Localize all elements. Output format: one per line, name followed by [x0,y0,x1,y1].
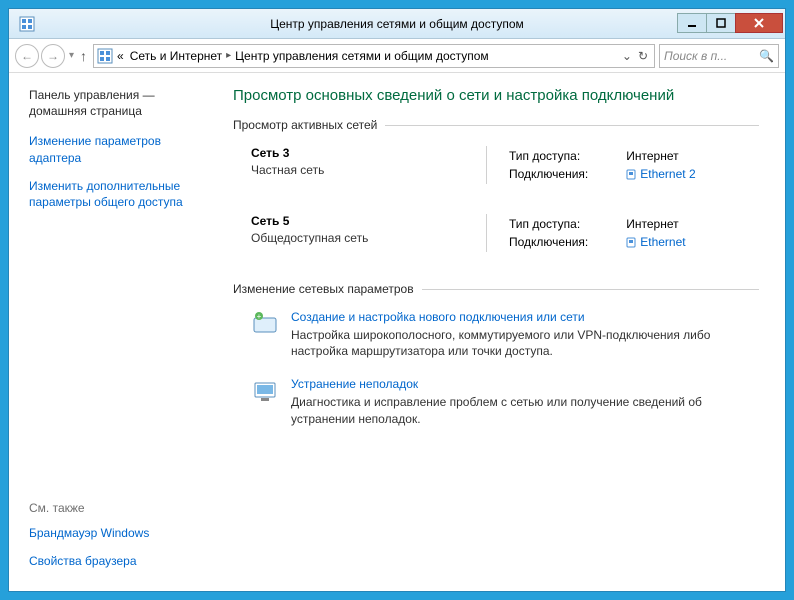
network-block: Сеть 3 Частная сеть Тип доступа: Интерне… [251,146,759,184]
maximize-button[interactable] [706,13,736,33]
ethernet-icon [626,236,636,248]
minimize-button[interactable] [677,13,707,33]
access-type-value: Интернет [596,148,701,164]
network-type: Частная сеть [251,163,486,177]
window: Центр управления сетями и общим доступом… [8,8,786,592]
access-type-value: Интернет [596,216,691,232]
sidebar-link-browser[interactable]: Свойства браузера [29,553,209,569]
window-title: Центр управления сетями и общим доступом [270,17,524,31]
access-type-label: Тип доступа: [509,148,594,164]
sidebar-link-firewall[interactable]: Брандмауэр Windows [29,525,209,541]
ethernet-icon [626,168,636,180]
action-new-connection: + Создание и настройка нового подключени… [251,310,759,359]
section-change-settings: Изменение сетевых параметров [233,282,759,296]
access-type-label: Тип доступа: [509,216,594,232]
action-desc: Настройка широкополосного, коммутируемог… [291,327,759,359]
chevron-right-icon: ▸ [226,50,231,61]
forward-button[interactable]: → [41,44,65,68]
sidebar: Панель управления — домашняя страница Из… [9,73,221,591]
refresh-icon[interactable]: ↻ [638,49,648,63]
new-connection-icon: + [251,310,279,338]
network-name: Сеть 5 [251,214,486,228]
up-button[interactable]: ↑ [78,48,89,64]
search-input[interactable]: Поиск в п... 🔍 [659,44,779,68]
app-icon [17,14,37,34]
connections-label: Подключения: [509,234,594,250]
breadcrumb-seg-1[interactable]: Сеть и Интернет [130,49,222,63]
address-dropdown-icon[interactable]: ⌄ [622,49,632,63]
control-panel-home-link[interactable]: Панель управления — домашняя страница [29,87,209,119]
control-panel-icon [96,47,114,65]
titlebar: Центр управления сетями и общим доступом [9,9,785,39]
action-title[interactable]: Устранение неполадок [291,377,759,391]
action-troubleshoot: Устранение неполадок Диагностика и испра… [251,377,759,426]
page-heading: Просмотр основных сведений о сети и наст… [233,87,759,104]
breadcrumb-back[interactable]: « [117,49,124,63]
action-desc: Диагностика и исправление проблем с сеть… [291,394,759,426]
sidebar-link-adapter[interactable]: Изменение параметров адаптера [29,133,209,165]
network-name: Сеть 3 [251,146,486,160]
connection-link[interactable]: Ethernet 2 [626,167,695,181]
section-active-networks: Просмотр активных сетей [233,118,759,132]
breadcrumb-seg-2[interactable]: Центр управления сетями и общим доступом [235,49,489,63]
content: Панель управления — домашняя страница Из… [9,73,785,591]
main-pane: Просмотр основных сведений о сети и наст… [221,73,785,591]
search-placeholder: Поиск в п... [664,49,759,63]
network-type: Общедоступная сеть [251,231,486,245]
back-button[interactable]: ← [15,44,39,68]
sidebar-link-sharing[interactable]: Изменить дополнительные параметры общего… [29,178,209,210]
close-button[interactable] [735,13,783,33]
network-block: Сеть 5 Общедоступная сеть Тип доступа: И… [251,214,759,252]
section-label: Изменение сетевых параметров [233,282,414,296]
nav-toolbar: ← → ▾ ↑ « Сеть и Интернет ▸ Центр управл… [9,39,785,73]
connection-link[interactable]: Ethernet [626,235,685,249]
connections-label: Подключения: [509,166,594,182]
section-label: Просмотр активных сетей [233,118,377,132]
troubleshoot-icon [251,377,279,405]
address-bar[interactable]: « Сеть и Интернет ▸ Центр управления сет… [93,44,655,68]
divider [385,125,759,126]
history-dropdown-icon[interactable]: ▾ [67,50,76,61]
window-controls [678,13,783,35]
divider [422,289,759,290]
search-icon[interactable]: 🔍 [759,49,774,63]
see-also-label: См. также [29,501,209,515]
svg-text:+: + [257,312,262,321]
action-title[interactable]: Создание и настройка нового подключения … [291,310,759,324]
